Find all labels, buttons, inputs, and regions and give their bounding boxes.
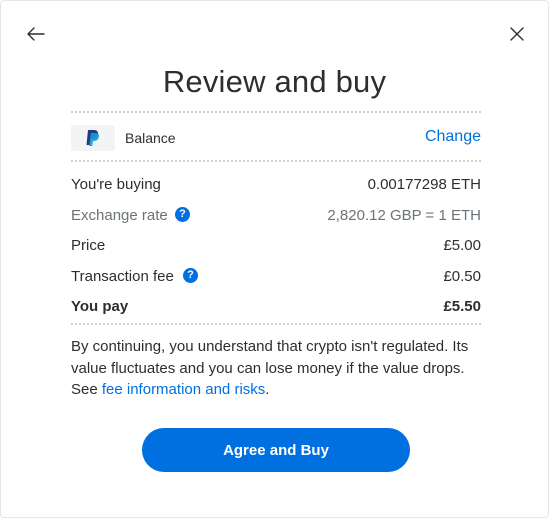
exchange-rate-value: 2,820.12 GBP = 1 ETH xyxy=(327,207,481,224)
total-label: You pay xyxy=(71,298,129,315)
total-row: You pay £5.50 xyxy=(71,296,481,318)
funding-source-row: Balance Change xyxy=(71,124,481,152)
buying-row: You're buying 0.00177298 ETH xyxy=(71,174,481,196)
price-label: Price xyxy=(71,237,106,254)
funding-source-label: Balance xyxy=(125,130,176,146)
price-row: Price £5.00 xyxy=(71,235,481,257)
transaction-fee-row: Transaction fee ? £0.50 xyxy=(71,266,481,288)
arrow-left-icon xyxy=(27,27,45,41)
paypal-logo-icon xyxy=(86,130,100,146)
page-title: Review and buy xyxy=(162,64,387,99)
back-button[interactable] xyxy=(24,22,48,46)
transaction-fee-value: £0.50 xyxy=(443,268,481,285)
exchange-rate-help-icon[interactable]: ? xyxy=(175,207,190,222)
buying-value: 0.00177298 ETH xyxy=(367,176,481,193)
close-button[interactable] xyxy=(505,22,529,46)
price-value: £5.00 xyxy=(443,237,481,254)
transaction-fee-help-icon[interactable]: ? xyxy=(183,268,198,283)
fee-information-link[interactable]: fee information and risks xyxy=(102,381,265,398)
divider xyxy=(71,323,481,325)
close-icon xyxy=(510,27,524,41)
buying-label: You're buying xyxy=(71,176,161,193)
paypal-logo xyxy=(71,125,115,151)
transaction-fee-label: Transaction fee xyxy=(71,268,174,285)
agree-and-buy-button[interactable]: Agree and Buy xyxy=(142,428,410,472)
change-link[interactable]: Change xyxy=(425,128,481,146)
total-value: £5.50 xyxy=(443,298,481,315)
divider xyxy=(71,111,481,113)
divider xyxy=(71,160,481,162)
disclaimer-suffix: . xyxy=(265,381,270,398)
exchange-rate-row: Exchange rate ? 2,820.12 GBP = 1 ETH xyxy=(71,205,481,227)
crypto-disclaimer: By continuing, you understand that crypt… xyxy=(71,336,483,401)
exchange-rate-label: Exchange rate xyxy=(71,207,168,224)
